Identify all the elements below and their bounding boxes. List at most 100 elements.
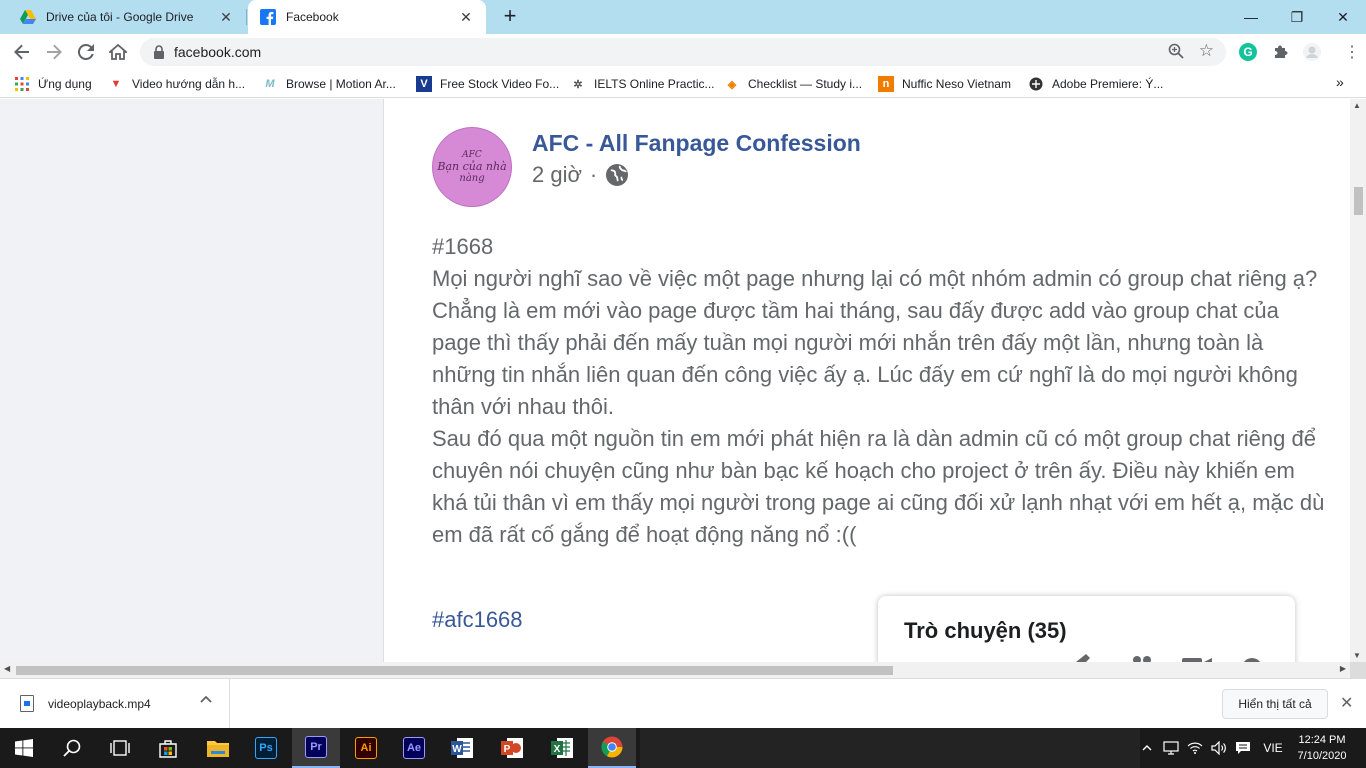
vertical-scroll-thumb[interactable] (1354, 187, 1363, 215)
bookmark-video-tutorial[interactable]: ▼ Video hướng dẫn h... (108, 75, 246, 93)
nuffic-icon: n (878, 76, 894, 92)
horizontal-scroll-thumb[interactable] (16, 666, 893, 675)
bookmark-star-icon[interactable]: ☆ (1199, 41, 1214, 61)
bookmark-checklist[interactable]: ◈ Checklist — Study i... (724, 75, 862, 93)
volume-icon[interactable] (1208, 728, 1230, 768)
close-window-button[interactable]: ✕ (1320, 0, 1366, 34)
taskbar-background-art (640, 728, 1140, 768)
wifi-icon[interactable] (1184, 728, 1206, 768)
horizontal-scrollbar[interactable]: ◀ ▶ (0, 662, 1350, 678)
tab-title: Facebook (286, 10, 339, 24)
input-language-indicator[interactable]: VIE (1258, 728, 1288, 768)
new-message-icon[interactable] (1072, 648, 1100, 662)
file-explorer-icon[interactable] (194, 728, 242, 768)
bookmark-ielts[interactable]: ✲ IELTS Online Practic... (570, 75, 714, 93)
word-icon[interactable]: W (438, 728, 486, 768)
zoom-icon[interactable] (1168, 43, 1184, 63)
scrollbar-corner (1350, 662, 1366, 678)
system-clock[interactable]: 12:24 PM 7/10/2020 (1292, 732, 1352, 764)
powerpoint-icon[interactable]: P (488, 728, 536, 768)
bookmark-label: Video hướng dẫn h... (132, 77, 246, 91)
chat-panel[interactable]: Trò chuyện (35) (878, 596, 1295, 662)
post-timestamp[interactable]: 2 giờ (532, 162, 582, 188)
page-avatar[interactable]: AFC Bạn của nhà nàng (432, 127, 512, 207)
meta-separator: · (589, 162, 598, 187)
close-download-bar-icon[interactable]: ✕ (1340, 693, 1353, 713)
post-author-link[interactable]: AFC - All Fanpage Confession (532, 130, 861, 157)
maximize-button[interactable]: ❐ (1274, 0, 1320, 34)
more-bookmarks-button[interactable]: » (1336, 74, 1344, 90)
tab-facebook[interactable]: Facebook ✕ (248, 0, 486, 34)
home-button[interactable] (104, 38, 132, 66)
bookmark-motion-array[interactable]: M Browse | Motion Ar... (262, 75, 396, 93)
back-arrow-icon (14, 44, 29, 60)
action-center-icon[interactable] (1232, 728, 1254, 768)
scroll-down-arrow-icon[interactable]: ▼ (1353, 651, 1361, 660)
show-all-downloads-button[interactable]: Hiển thị tất cả (1222, 689, 1328, 719)
minimize-button[interactable]: — (1228, 0, 1274, 34)
search-icon[interactable] (48, 728, 96, 768)
task-view-icon[interactable] (96, 728, 144, 768)
avatar-text: Bạn của nhà (437, 160, 507, 173)
tab-separator (246, 9, 247, 25)
vertical-scrollbar[interactable]: ▲ ▼ (1350, 99, 1366, 662)
globe-icon[interactable] (605, 163, 629, 187)
photoshop-icon[interactable]: Ps (242, 728, 290, 768)
chevron-up-icon[interactable] (200, 693, 212, 709)
contacts-icon[interactable] (1128, 648, 1156, 662)
download-file-name[interactable]: videoplayback.mp4 (48, 697, 151, 711)
bookmark-adobe-premiere[interactable]: Adobe Premiere: Ý... (1028, 75, 1163, 93)
tab-close-icon[interactable]: ✕ (218, 9, 234, 26)
after-effects-icon[interactable]: Ae (390, 728, 438, 768)
scroll-right-arrow-icon[interactable]: ▶ (1340, 664, 1346, 673)
post-paragraph: #1668 (432, 234, 494, 259)
premiere-pro-icon[interactable]: Pr (292, 728, 340, 768)
profile-avatar-icon[interactable] (1302, 42, 1322, 62)
bookmark-label: Browse | Motion Ar... (286, 77, 396, 91)
adobe-premiere-bookmark-icon (1028, 76, 1044, 92)
grammarly-icon[interactable]: G (1238, 42, 1258, 62)
checklist-icon: ◈ (727, 78, 737, 91)
post-body: #1668 Mọi người nghĩ sao về việc một pag… (432, 231, 1332, 551)
google-drive-icon (20, 9, 36, 25)
bookmark-label: Free Stock Video Fo... (440, 77, 560, 91)
windows-taskbar: Ps Pr Ai Ae W P X VIE 12:24 PM 7/10/2020 (0, 728, 1366, 768)
bookmark-label: Ứng dụng (38, 77, 92, 91)
video-tutorial-icon: ▼ (110, 78, 122, 90)
bookmark-free-stock-video[interactable]: V Free Stock Video Fo... (416, 75, 559, 93)
new-tab-button[interactable]: + (498, 5, 522, 29)
show-hidden-icons-chevron-icon[interactable] (1136, 728, 1158, 768)
download-item[interactable]: videoplayback.mp4 (0, 679, 230, 729)
scroll-left-arrow-icon[interactable]: ◀ (4, 664, 10, 673)
chrome-icon[interactable] (588, 728, 636, 768)
file-icon (20, 695, 34, 712)
forward-button[interactable] (40, 38, 68, 66)
store-icon[interactable] (144, 728, 192, 768)
bookmark-nuffic[interactable]: n Nuffic Neso Vietnam (878, 75, 1011, 93)
excel-icon[interactable]: X (538, 728, 586, 768)
bookmark-label: Adobe Premiere: Ý... (1052, 77, 1164, 91)
video-call-icon[interactable] (1182, 648, 1212, 662)
reload-icon (78, 44, 94, 60)
chat-title[interactable]: Trò chuyện (35) (904, 618, 1067, 644)
bookmark-apps[interactable]: Ứng dụng (14, 75, 92, 93)
back-button[interactable] (8, 38, 36, 66)
clock-date: 7/10/2020 (1297, 750, 1347, 762)
tab-close-icon[interactable]: ✕ (458, 9, 474, 26)
svg-text:X: X (554, 744, 561, 755)
scroll-up-arrow-icon[interactable]: ▲ (1353, 101, 1361, 110)
meet-now-icon[interactable] (1160, 728, 1182, 768)
chat-settings-gear-icon[interactable] (1238, 648, 1266, 662)
post-hashtag-link[interactable]: #afc1668 (432, 607, 523, 633)
post-paragraph: Mọi người nghĩ sao về việc một page nhưn… (432, 266, 1318, 291)
windows-start-icon[interactable] (0, 728, 48, 768)
chrome-menu-icon[interactable]: ⋮ (1344, 42, 1360, 62)
reload-button[interactable] (72, 38, 100, 66)
illustrator-icon[interactable]: Ai (342, 728, 390, 768)
url-text[interactable]: facebook.com (174, 44, 261, 60)
extensions-puzzle-icon[interactable] (1270, 42, 1290, 62)
address-bar[interactable]: facebook.com ☆ (140, 38, 1226, 66)
clock-time: 12:24 PM (1298, 734, 1346, 746)
tab-google-drive[interactable]: Drive của tôi - Google Drive ✕ (8, 0, 246, 34)
post-paragraph: Sau đó qua một nguồn tin em mới phát hiệ… (432, 426, 1325, 547)
